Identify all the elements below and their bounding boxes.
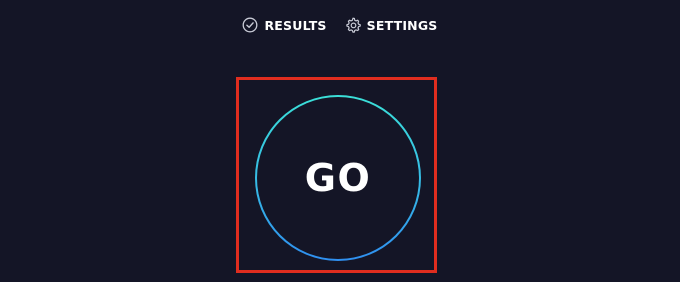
results-link[interactable]: RESULTS — [242, 14, 326, 36]
check-circle-icon — [242, 17, 258, 33]
settings-label: SETTINGS — [366, 17, 438, 33]
go-label: GO — [304, 156, 372, 200]
go-button[interactable]: GO — [255, 95, 421, 261]
top-nav: RESULTS SETTINGS — [0, 14, 680, 36]
results-label: RESULTS — [264, 17, 327, 33]
settings-link[interactable]: SETTINGS — [345, 14, 438, 36]
gear-icon — [345, 17, 361, 33]
